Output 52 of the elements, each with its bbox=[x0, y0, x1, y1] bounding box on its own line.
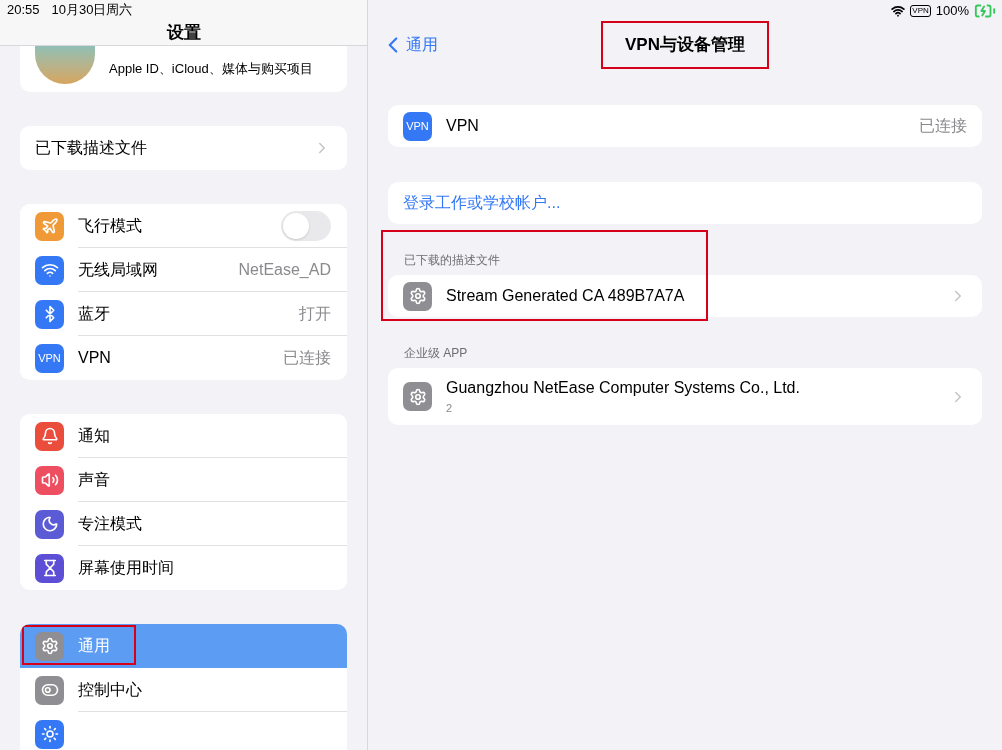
row-value: 已连接 bbox=[283, 348, 331, 368]
bluetooth-icon bbox=[35, 299, 64, 329]
hourglass-icon bbox=[35, 553, 64, 583]
row-label: 声音 bbox=[78, 469, 111, 490]
bell-icon bbox=[35, 421, 64, 451]
vpn-indicator: VPN bbox=[910, 5, 931, 17]
toggle-switch[interactable] bbox=[281, 210, 331, 241]
page-title: VPN与设备管理 bbox=[601, 21, 769, 69]
speaker-icon bbox=[35, 465, 64, 495]
back-button[interactable]: 通用 bbox=[406, 33, 438, 57]
row-label: 蓝牙 bbox=[78, 303, 111, 324]
vpn-icon: VPN bbox=[35, 343, 64, 373]
row-label: 通知 bbox=[78, 425, 111, 446]
moon-icon bbox=[35, 509, 64, 539]
avatar bbox=[35, 46, 95, 84]
section-header: 已下载的描述文件 bbox=[403, 252, 501, 269]
section-header: 企业级 APP bbox=[403, 345, 469, 362]
settings-row[interactable]: Stream Generated CA 489B7A7A bbox=[388, 275, 982, 317]
sidebar-title: 设置 bbox=[166, 21, 201, 44]
settings-row[interactable]: VPN VPN 已连接 bbox=[388, 105, 982, 147]
toggle-icon bbox=[35, 675, 64, 705]
settings-icon bbox=[35, 631, 64, 661]
row-label: VPN bbox=[78, 348, 112, 368]
sun-icon bbox=[35, 719, 64, 749]
row-label: 屏幕使用时间 bbox=[78, 558, 175, 578]
row-label: 飞行模式 bbox=[78, 215, 143, 236]
row-label: 专注模式 bbox=[78, 513, 143, 534]
row-value: 打开 bbox=[299, 303, 331, 324]
account-subtitle: Apple ID、iCloud、媒体与购买项目 bbox=[109, 60, 313, 79]
row-label: 无线局域网 bbox=[78, 259, 159, 280]
settings-row[interactable]: Guangzhou NetEase Computer Systems Co., Ltd. 2 bbox=[388, 368, 982, 425]
vpn-icon: VPN bbox=[403, 111, 432, 141]
settings-icon bbox=[403, 281, 432, 311]
row-label: Stream Generated CA 489B7A7A bbox=[446, 286, 686, 306]
settings-row[interactable]: 登录工作或学校帐户... bbox=[388, 182, 982, 224]
settings-icon bbox=[403, 382, 432, 411]
row-label: 控制中心 bbox=[78, 679, 143, 700]
account-card[interactable]: Apple ID、iCloud、媒体与购买项目 bbox=[20, 46, 347, 92]
row-label: 登录工作或学校帐户... bbox=[403, 193, 562, 213]
row-value: NetEase_AD bbox=[238, 259, 331, 280]
wifi-icon bbox=[35, 255, 64, 285]
status-date: 10月30日周六 bbox=[51, 1, 133, 19]
row-value: 已连接 bbox=[919, 116, 967, 136]
wifi-icon bbox=[891, 4, 906, 18]
row-label: 已下载描述文件 bbox=[35, 138, 148, 158]
row-subtitle: 2 bbox=[446, 401, 454, 417]
row-label: Guangzhou NetEase Computer Systems Co., Ltd. bbox=[446, 378, 801, 399]
row-label: VPN bbox=[446, 116, 480, 136]
status-time: 20:55 bbox=[7, 1, 40, 19]
row-label: 通用 bbox=[78, 636, 111, 656]
airplane-icon bbox=[35, 211, 64, 241]
battery-percent: 100% bbox=[935, 2, 969, 21]
